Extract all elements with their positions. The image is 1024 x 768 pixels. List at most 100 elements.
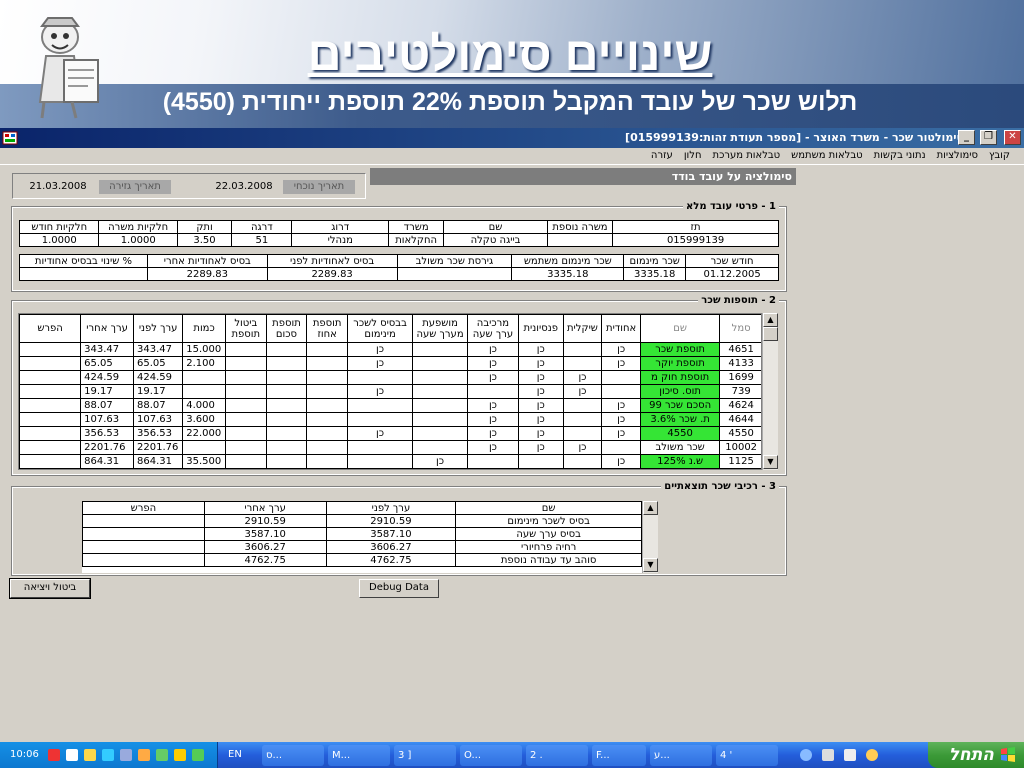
cell-skum[interactable] xyxy=(265,426,308,441)
cell-before[interactable]: 343.47 xyxy=(133,342,184,357)
result-row[interactable]: סוהב עד עבודה נוספת 4762.75 4762.75 xyxy=(82,553,642,567)
cell-code[interactable]: 1699 xyxy=(719,370,761,385)
menu-simulations[interactable]: סימולציות xyxy=(937,150,978,161)
cell-skum[interactable] xyxy=(265,356,308,371)
cell-kamut[interactable] xyxy=(182,440,226,455)
cell-merk[interactable] xyxy=(467,384,519,399)
network-icon[interactable] xyxy=(66,749,78,761)
cell-mushp[interactable] xyxy=(412,356,469,371)
cell-ahuz[interactable] xyxy=(306,454,348,469)
menu-system-tables[interactable]: טבלאות מערכת xyxy=(713,150,781,161)
cell-mushp[interactable] xyxy=(412,412,469,427)
cell-ahud[interactable]: כן xyxy=(601,454,641,469)
cell-shik[interactable]: כן xyxy=(562,384,603,399)
cell-before[interactable]: 2910.59 xyxy=(325,514,457,528)
cell-name[interactable]: רחיה פרחיורי xyxy=(455,540,642,554)
cell-mushp[interactable] xyxy=(412,370,469,385)
cell-before[interactable]: 3606.27 xyxy=(325,540,457,554)
cell-ahuz[interactable] xyxy=(306,370,348,385)
cell-minim[interactable] xyxy=(346,412,414,427)
cell-diff[interactable] xyxy=(19,370,82,385)
taskbar-item[interactable]: 4 ' xyxy=(716,745,778,766)
cell-after[interactable]: 343.47 xyxy=(80,342,135,357)
cell-before[interactable]: 4762.75 xyxy=(325,553,457,567)
cell-ahuz[interactable] xyxy=(306,440,348,455)
cell-diff[interactable] xyxy=(19,384,82,399)
cell-ahuz[interactable] xyxy=(306,384,348,399)
cell-before[interactable]: 864.31 xyxy=(133,454,184,469)
cell-name[interactable]: תוס. סיכון xyxy=(639,384,721,399)
cell-diff[interactable] xyxy=(19,412,82,427)
cell-bitul[interactable] xyxy=(224,398,267,413)
sync-icon[interactable] xyxy=(192,749,204,761)
taskbar-item[interactable]: O... xyxy=(460,745,522,766)
cell-mushp[interactable] xyxy=(412,398,469,413)
result-row[interactable]: בסיס לשכר מינימום 2910.59 2910.59 xyxy=(82,514,642,528)
cell-skum[interactable] xyxy=(265,384,308,399)
addition-row[interactable]: 739 תוס. סיכון כן כן כן 19.17 19.17 xyxy=(19,384,761,399)
cell-bitul[interactable] xyxy=(224,454,267,469)
cell-skum[interactable] xyxy=(265,440,308,455)
security-icon[interactable] xyxy=(174,749,186,761)
cell-before[interactable]: 424.59 xyxy=(133,370,184,385)
addition-row[interactable]: 10002 שכר משולב כן כן כן 2201.76 2201.76 xyxy=(19,440,761,455)
cell-pens[interactable]: כן xyxy=(517,440,564,455)
cell-merk[interactable]: כן xyxy=(467,398,519,413)
cell-mushp[interactable] xyxy=(412,440,469,455)
cell-name[interactable]: בסיס לשכר מינימום xyxy=(455,514,642,528)
cell-shik[interactable] xyxy=(562,412,603,427)
restore-button[interactable]: ❐ xyxy=(980,130,997,145)
cell-code[interactable]: 10002 xyxy=(719,440,761,455)
cell-after[interactable]: 88.07 xyxy=(80,398,135,413)
desktop-icon[interactable] xyxy=(822,749,834,761)
cell-pens[interactable] xyxy=(517,454,564,469)
cell-before[interactable]: 2201.76 xyxy=(133,440,184,455)
cell-pens[interactable]: כן xyxy=(517,356,564,371)
cell-name[interactable]: הסכם שכר 99 xyxy=(639,398,721,413)
cell-after[interactable]: 107.63 xyxy=(80,412,135,427)
cell-before[interactable]: 19.17 xyxy=(133,384,184,399)
cell-after[interactable]: 3587.10 xyxy=(203,527,327,541)
cell-pens[interactable]: כן xyxy=(517,398,564,413)
cell-code[interactable]: 739 xyxy=(719,384,761,399)
cell-minim[interactable] xyxy=(346,398,414,413)
cell-shik[interactable] xyxy=(562,454,603,469)
cell-merk[interactable]: כן xyxy=(467,440,519,455)
cell-diff[interactable] xyxy=(19,426,82,441)
minimize-button[interactable]: _ xyxy=(958,130,975,145)
cell-ahud[interactable] xyxy=(601,440,641,455)
volume-icon[interactable] xyxy=(120,749,132,761)
cell-after[interactable]: 4762.75 xyxy=(203,553,327,567)
cell-name[interactable]: סוהב עד עבודה נוספת xyxy=(455,553,642,567)
cell-minim[interactable]: כן xyxy=(346,426,414,441)
cell-name[interactable]: תוספת יוקר xyxy=(639,356,721,371)
cell-code[interactable]: 4550 xyxy=(719,426,761,441)
cell-name[interactable]: 4550 xyxy=(639,426,721,441)
cell-kamut[interactable] xyxy=(182,370,226,385)
close-button[interactable]: ✕ xyxy=(1004,130,1021,145)
scroll-down-arrow-icon[interactable]: ▼ xyxy=(763,455,778,469)
cell-merk[interactable]: כן xyxy=(467,426,519,441)
quicklaunch-icon[interactable] xyxy=(844,749,856,761)
cell-bitul[interactable] xyxy=(224,426,267,441)
cell-diff[interactable] xyxy=(82,540,205,554)
cell-after[interactable]: 2910.59 xyxy=(203,514,327,528)
cell-code[interactable]: 4644 xyxy=(719,412,761,427)
cell-diff[interactable] xyxy=(19,398,82,413)
cell-kamut[interactable]: 3.600 xyxy=(182,412,226,427)
browser-icon[interactable] xyxy=(866,749,878,761)
cell-shik[interactable]: כן xyxy=(562,440,603,455)
cell-skum[interactable] xyxy=(265,342,308,357)
scroll-up-arrow-icon[interactable]: ▲ xyxy=(763,313,778,327)
cell-shik[interactable] xyxy=(562,398,603,413)
language-indicator[interactable]: EN xyxy=(228,749,242,760)
scroll-thumb[interactable] xyxy=(763,327,778,341)
menu-user-tables[interactable]: טבלאות משתמש xyxy=(791,150,862,161)
cell-diff[interactable] xyxy=(19,356,82,371)
cell-kamut[interactable]: 22.000 xyxy=(182,426,226,441)
cell-bitul[interactable] xyxy=(224,412,267,427)
cell-ahuz[interactable] xyxy=(306,398,348,413)
menu-file[interactable]: קובץ xyxy=(989,150,1010,161)
cell-diff[interactable] xyxy=(82,553,205,567)
cell-name[interactable]: ת. שכר 3.6% xyxy=(639,412,721,427)
